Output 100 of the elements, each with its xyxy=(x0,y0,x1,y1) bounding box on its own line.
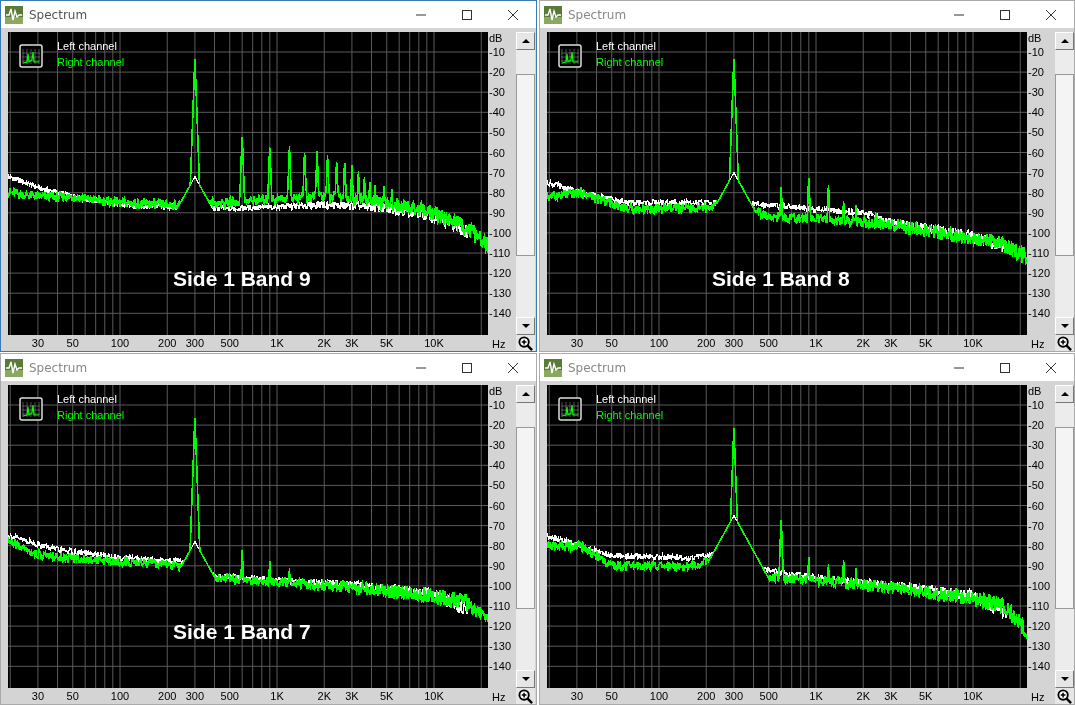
y-axis-label: -130 xyxy=(1028,639,1051,654)
y-axis-label: -70 xyxy=(1028,165,1044,180)
zoom-button[interactable] xyxy=(516,688,535,704)
window-title: Spectrum xyxy=(29,7,88,22)
legend-label: Left channel xyxy=(57,392,118,407)
y-axis-label: -60 xyxy=(489,498,505,513)
y-axis-label: -10 xyxy=(1028,45,1044,59)
y-axis-label: -30 xyxy=(1028,438,1044,453)
axis-unit: Hz xyxy=(1030,690,1046,703)
legend-label: Right channel xyxy=(57,55,125,70)
x-axis-label: 300 xyxy=(724,337,744,350)
y-axis-label: -60 xyxy=(1028,498,1044,513)
y-axis-label: -80 xyxy=(489,185,505,200)
y-axis-label: -40 xyxy=(1028,105,1044,120)
scroll-up-button[interactable] xyxy=(1055,32,1074,50)
x-axis-label: 2K xyxy=(856,337,870,350)
y-axis-label: -50 xyxy=(489,125,505,140)
x-axis-label: 10K xyxy=(424,690,444,703)
x-axis-label: 500 xyxy=(220,337,239,350)
x-axis-label: 500 xyxy=(220,690,239,703)
close-icon xyxy=(1046,362,1056,373)
zoom-button[interactable] xyxy=(516,335,535,351)
spectrum-icon[interactable] xyxy=(19,397,43,421)
scroll-down-button[interactable] xyxy=(516,317,535,335)
y-axis-label: -100 xyxy=(1028,578,1051,593)
x-axis-label: 10K xyxy=(963,337,983,350)
y-axis-label: -30 xyxy=(489,438,505,453)
y-axis-label: -90 xyxy=(489,205,505,220)
x-axis-label: 100 xyxy=(649,690,669,703)
window-title: Spectrum xyxy=(29,360,88,375)
legend-label: Right channel xyxy=(57,408,125,423)
zoom-button[interactable] xyxy=(1055,688,1074,704)
zoom-in-icon xyxy=(1057,336,1072,351)
y-axis-label: -70 xyxy=(1028,518,1044,533)
scrollbar-thumb[interactable] xyxy=(516,74,535,256)
scroll-up-button[interactable] xyxy=(1055,385,1074,403)
y-axis-label: -40 xyxy=(1028,458,1044,473)
y-axis-label: -60 xyxy=(1028,145,1044,160)
x-axis-label: 200 xyxy=(158,690,177,703)
scrollbar-thumb[interactable] xyxy=(1055,74,1074,256)
legend-label: Left channel xyxy=(596,392,657,407)
down-arrow-icon xyxy=(1060,677,1069,681)
y-axis-label: -100 xyxy=(489,225,512,240)
chart-caption: Side 1 Band 7 xyxy=(173,620,311,644)
close-icon xyxy=(1046,9,1056,20)
y-axis-label: -90 xyxy=(1028,558,1044,573)
scroll-up-button[interactable] xyxy=(516,32,535,50)
y-axis-label: -110 xyxy=(489,599,511,613)
y-axis-label: -50 xyxy=(1028,478,1044,493)
up-arrow-icon xyxy=(521,39,530,43)
y-axis-label: -10 xyxy=(1028,398,1044,412)
y-axis-label: -20 xyxy=(489,418,505,433)
y-axis-label: -140 xyxy=(1028,659,1051,674)
x-axis-label: 2K xyxy=(317,337,331,350)
y-axis-label: -140 xyxy=(1028,306,1051,321)
scroll-down-button[interactable] xyxy=(1055,317,1074,335)
y-axis-label: -140 xyxy=(489,306,512,321)
y-axis-label: -110 xyxy=(489,246,511,260)
waveform-icon xyxy=(5,358,23,377)
y-axis-label: -140 xyxy=(489,659,512,674)
chart-caption: Side 1 Band 8 xyxy=(712,267,850,291)
close-icon xyxy=(508,9,518,20)
waveform-icon xyxy=(5,5,23,24)
scroll-up-button[interactable] xyxy=(516,385,535,403)
x-axis-label: 1K xyxy=(270,337,284,350)
x-axis-label: 500 xyxy=(759,690,778,703)
x-axis-label: 10K xyxy=(424,337,444,350)
x-axis-label: 3K xyxy=(884,337,898,350)
x-axis-label: 3K xyxy=(884,690,898,703)
legend-label: Left channel xyxy=(57,39,118,54)
scrollbar-thumb[interactable] xyxy=(516,427,535,609)
up-arrow-icon xyxy=(1060,392,1069,396)
scrollbar-thumb[interactable] xyxy=(1055,427,1074,609)
x-axis-label: 200 xyxy=(158,337,177,350)
x-axis-label: 500 xyxy=(759,337,778,350)
x-axis-label: 200 xyxy=(697,690,716,703)
x-axis-label: 30 xyxy=(31,337,45,350)
y-axis-label: -120 xyxy=(489,619,512,634)
axis-unit: dB xyxy=(1028,384,1042,398)
maximize-icon xyxy=(1000,9,1010,20)
y-axis-label: -80 xyxy=(1028,185,1044,200)
y-axis-label: -80 xyxy=(489,538,505,553)
down-arrow-icon xyxy=(1060,324,1069,328)
x-axis-label: 5K xyxy=(380,690,394,703)
spectrum-icon[interactable] xyxy=(558,44,582,68)
x-axis-label: 100 xyxy=(110,337,130,350)
legend-label: Right channel xyxy=(596,408,664,423)
y-axis-label: -130 xyxy=(489,286,512,301)
zoom-in-icon xyxy=(518,689,533,704)
legend-label: Left channel xyxy=(596,39,657,54)
chart-caption: Side 1 Band 9 xyxy=(173,267,311,291)
x-axis-label: 30 xyxy=(31,690,45,703)
scroll-down-button[interactable] xyxy=(1055,670,1074,688)
up-arrow-icon xyxy=(1060,39,1069,43)
axis-unit: Hz xyxy=(491,337,507,350)
x-axis-label: 1K xyxy=(270,690,284,703)
zoom-button[interactable] xyxy=(1055,335,1074,351)
spectrum-icon[interactable] xyxy=(558,397,582,421)
scroll-down-button[interactable] xyxy=(516,670,535,688)
spectrum-icon[interactable] xyxy=(19,44,43,68)
